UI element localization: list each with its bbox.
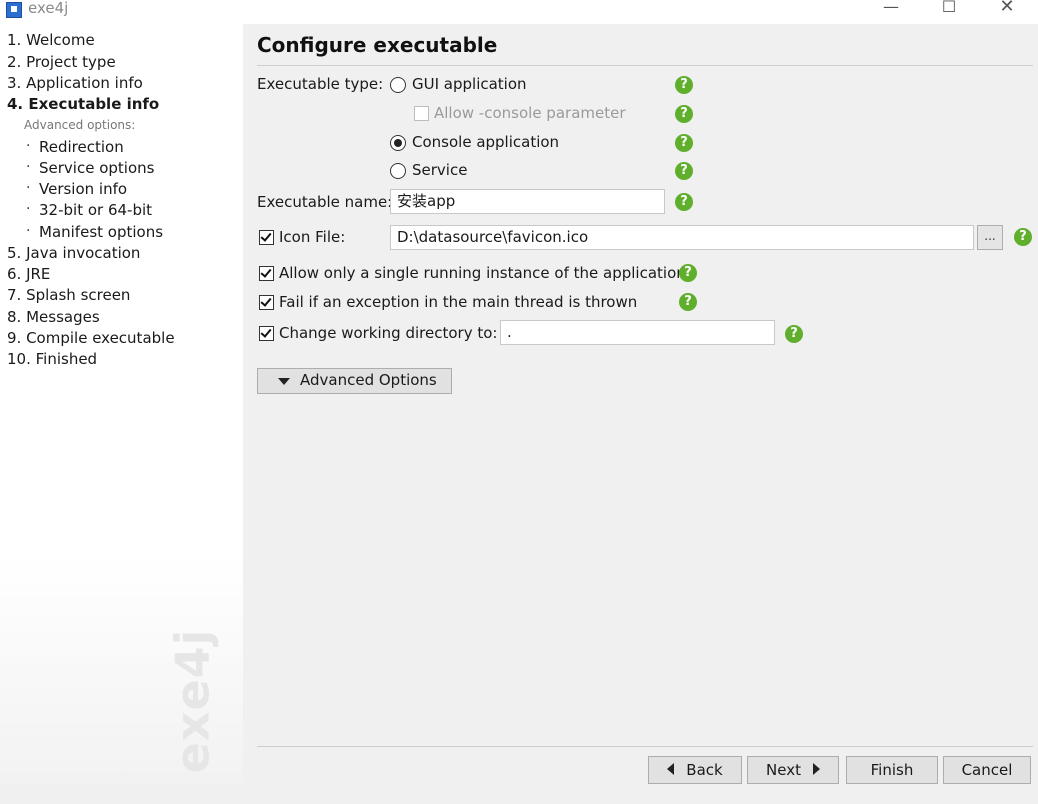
nav-step-project-type[interactable]: 2. Project type: [7, 53, 116, 71]
browse-button[interactable]: ...: [977, 225, 1003, 250]
fail-on-exception-label[interactable]: Fail if an exception in the main thread …: [279, 293, 637, 311]
cancel-button[interactable]: Cancel: [943, 756, 1031, 784]
help-icon[interactable]: ?: [675, 105, 693, 123]
help-icon[interactable]: ?: [785, 325, 803, 343]
nav-subitem-version-info[interactable]: Version info: [39, 180, 127, 198]
advanced-options-heading: Advanced options:: [24, 118, 136, 132]
page-title: Configure executable: [257, 33, 498, 57]
help-icon[interactable]: ?: [675, 134, 693, 152]
help-icon[interactable]: ?: [675, 162, 693, 180]
console-application-radio[interactable]: [390, 135, 406, 151]
arrow-left-icon: [667, 763, 675, 775]
console-application-label[interactable]: Console application: [412, 133, 559, 151]
service-label[interactable]: Service: [412, 161, 467, 179]
gui-application-label[interactable]: GUI application: [412, 75, 527, 93]
nav-step-compile-executable[interactable]: 9. Compile executable: [7, 329, 175, 347]
divider: [257, 746, 1033, 747]
service-radio[interactable]: [390, 163, 406, 179]
divider: [257, 65, 1033, 66]
watermark-text: exe4j: [165, 628, 220, 774]
nav-step-finished[interactable]: 10. Finished: [7, 350, 97, 368]
minimize-icon[interactable]: —: [876, 0, 906, 18]
nav-subitem-service-options[interactable]: Service options: [39, 159, 154, 177]
title-bar: exe4j — ☐ ✕: [0, 0, 1038, 24]
wizard-steps-sidebar: 1. Welcome 2. Project type 3. Applicatio…: [0, 24, 243, 783]
finish-button[interactable]: Finish: [846, 756, 938, 784]
gui-application-radio[interactable]: [390, 77, 406, 93]
help-icon[interactable]: ?: [679, 293, 697, 311]
nav-subitem-32-64-bit[interactable]: 32-bit or 64-bit: [39, 201, 152, 219]
change-working-directory-checkbox[interactable]: [259, 326, 274, 341]
nav-subitem-manifest-options[interactable]: Manifest options: [39, 223, 163, 241]
executable-name-input[interactable]: 安装app: [390, 189, 665, 214]
fail-on-exception-checkbox[interactable]: [259, 295, 274, 310]
maximize-icon[interactable]: ☐: [934, 0, 964, 18]
app-icon: [6, 2, 22, 18]
exe4j-watermark-logo: exe4j: [165, 614, 238, 804]
bullet-icon: ·: [26, 159, 31, 175]
advanced-options-button[interactable]: Advanced Options: [257, 368, 452, 394]
nav-step-java-invocation[interactable]: 5. Java invocation: [7, 244, 140, 262]
close-icon[interactable]: ✕: [992, 0, 1022, 18]
allow-console-parameter-checkbox: [414, 106, 429, 121]
arrow-right-icon: [812, 763, 820, 775]
back-label: Back: [686, 761, 723, 779]
finish-label: Finish: [870, 761, 914, 779]
next-button[interactable]: Next: [747, 756, 839, 784]
bullet-icon: ·: [26, 138, 31, 154]
icon-file-checkbox[interactable]: [259, 230, 274, 245]
bullet-icon: ·: [26, 180, 31, 196]
working-directory-input[interactable]: .: [500, 320, 775, 345]
bullet-icon: ·: [26, 201, 31, 217]
help-icon[interactable]: ?: [679, 264, 697, 282]
nav-step-messages[interactable]: 8. Messages: [7, 308, 100, 326]
icon-file-input[interactable]: D:\datasource\favicon.ico: [390, 225, 974, 250]
change-working-directory-label[interactable]: Change working directory to:: [279, 324, 497, 342]
advanced-options-label: Advanced Options: [300, 371, 437, 389]
icon-file-label: Icon File:: [279, 228, 346, 246]
cancel-label: Cancel: [961, 761, 1013, 779]
main-panel: Configure executable Executable type: GU…: [244, 24, 1038, 784]
single-instance-label[interactable]: Allow only a single running instance of …: [279, 264, 686, 282]
window-title: exe4j: [28, 0, 69, 17]
executable-name-label: Executable name:: [257, 193, 393, 211]
single-instance-checkbox[interactable]: [259, 266, 274, 281]
back-button[interactable]: Back: [648, 756, 742, 784]
triangle-down-icon: [278, 378, 290, 385]
nav-step-application-info[interactable]: 3. Application info: [7, 74, 143, 92]
help-icon[interactable]: ?: [675, 193, 693, 211]
help-icon[interactable]: ?: [1014, 228, 1032, 246]
nav-subitem-redirection[interactable]: Redirection: [39, 138, 124, 156]
nav-step-executable-info[interactable]: 4. Executable info: [7, 95, 159, 113]
nav-step-jre[interactable]: 6. JRE: [7, 265, 50, 283]
next-label: Next: [766, 761, 801, 779]
nav-step-splash-screen[interactable]: 7. Splash screen: [7, 286, 130, 304]
allow-console-parameter-label: Allow -console parameter: [434, 104, 626, 122]
nav-step-welcome[interactable]: 1. Welcome: [7, 31, 95, 49]
bullet-icon: ·: [26, 223, 31, 239]
executable-type-label: Executable type:: [257, 75, 384, 93]
help-icon[interactable]: ?: [675, 76, 693, 94]
